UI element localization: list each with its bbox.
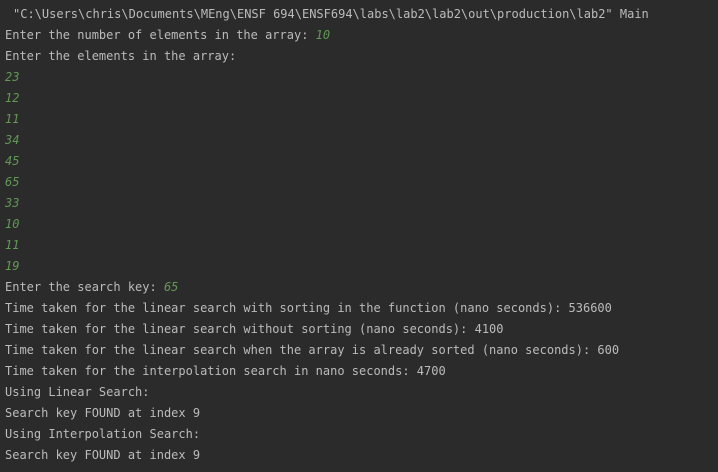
input-element: 45 (5, 154, 20, 168)
run-console-output[interactable]: "C:\Users\chris\Documents\MEng\ENSF 694\… (0, 0, 718, 472)
using-interpolation-search: Using Interpolation Search: (5, 427, 201, 441)
time-linear-presorted: Time taken for the linear search when th… (5, 343, 620, 357)
time-linear-with-sorting: Time taken for the linear search with so… (5, 301, 612, 315)
input-element: 11 (5, 238, 20, 252)
time-interpolation: Time taken for the interpolation search … (5, 364, 446, 378)
input-element: 65 (5, 175, 20, 189)
prompt-array-size-line: Enter the number of elements in the arra… (5, 25, 718, 46)
time-linear-without-sorting: Time taken for the linear search without… (5, 322, 504, 336)
prompt-search-key: Enter the search key: (5, 280, 164, 294)
result-linear-search: Search key FOUND at index 9 (5, 406, 201, 420)
input-element: 33 (5, 196, 20, 210)
input-element: 12 (5, 91, 20, 105)
using-linear-search: Using Linear Search: (5, 385, 150, 399)
input-element: 34 (5, 133, 20, 147)
input-element: 19 (5, 259, 20, 273)
prompt-array-size: Enter the number of elements in the arra… (5, 28, 316, 42)
input-element: 11 (5, 112, 20, 126)
input-array-size: 10 (315, 28, 331, 42)
input-search-key: 65 (163, 280, 179, 294)
result-interpolation-search: Search key FOUND at index 9 (5, 448, 201, 462)
input-element: 10 (5, 217, 20, 231)
prompt-array-elements: Enter the elements in the array: (5, 49, 237, 63)
input-element: 23 (5, 70, 20, 84)
run-command-line: "C:\Users\chris\Documents\MEng\ENSF 694\… (13, 7, 649, 21)
prompt-search-key-line: Enter the search key: 65 (5, 277, 718, 298)
